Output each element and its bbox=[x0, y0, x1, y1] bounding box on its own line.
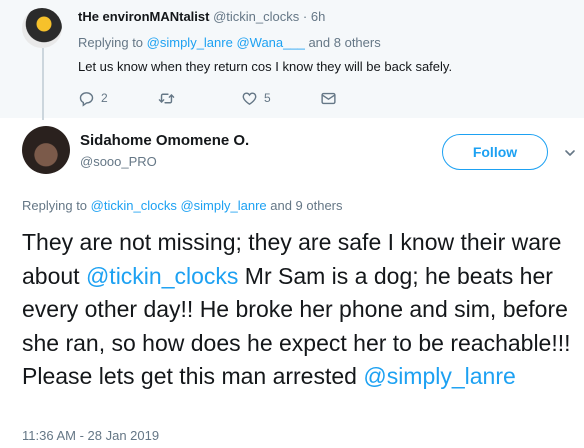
tweet-time[interactable]: 6h bbox=[311, 9, 325, 24]
author-handle[interactable]: @sooo_PRO bbox=[80, 154, 157, 169]
replying-suffix[interactable]: and 9 others bbox=[267, 198, 342, 213]
direct-message-button[interactable] bbox=[320, 88, 337, 108]
mention-link[interactable]: @simply_lanre bbox=[147, 35, 233, 50]
author-name[interactable]: Sidahome Omomene O. bbox=[80, 132, 249, 149]
avatar[interactable] bbox=[22, 126, 70, 174]
reply-count: 2 bbox=[101, 91, 108, 105]
parent-tweet-header: tHe environMANtalist @tickin_clocks · 6h bbox=[78, 9, 325, 24]
thread-connector bbox=[42, 48, 44, 120]
like-count: 5 bbox=[264, 91, 271, 105]
chevron-down-icon[interactable] bbox=[563, 146, 577, 160]
reply-icon bbox=[79, 91, 94, 107]
like-button[interactable]: 5 bbox=[241, 88, 271, 108]
envelope-icon bbox=[321, 92, 336, 104]
replying-suffix[interactable]: and 8 others bbox=[305, 35, 380, 50]
mention-link[interactable]: @Wana___ bbox=[236, 35, 304, 50]
avatar[interactable] bbox=[22, 8, 62, 48]
replying-prefix: Replying to bbox=[22, 198, 91, 213]
tweet-text: They are not missing; they are safe I kn… bbox=[22, 226, 578, 394]
mention-link[interactable]: @tickin_clocks bbox=[91, 198, 177, 213]
author-name[interactable]: tHe environMANtalist bbox=[78, 9, 209, 24]
heart-icon bbox=[242, 91, 257, 105]
tweet-text: Let us know when they return cos I know … bbox=[78, 59, 453, 74]
tweet-timestamp[interactable]: 11:36 AM - 28 Jan 2019 bbox=[22, 428, 159, 443]
mention-link[interactable]: @simply_lanre bbox=[180, 198, 266, 213]
replying-to: Replying to @simply_lanre @Wana___ and 8… bbox=[78, 35, 381, 50]
replying-to: Replying to @tickin_clocks @simply_lanre… bbox=[22, 198, 343, 213]
parent-tweet[interactable]: tHe environMANtalist @tickin_clocks · 6h… bbox=[0, 0, 584, 118]
tweet-actions: 2 5 bbox=[78, 88, 378, 108]
retweet-icon bbox=[158, 93, 175, 103]
separator-dot: · bbox=[302, 9, 311, 24]
mention-link[interactable]: @simply_lanre bbox=[363, 363, 515, 389]
follow-button[interactable]: Follow bbox=[442, 134, 548, 170]
reply-button[interactable]: 2 bbox=[78, 88, 108, 108]
mention-link[interactable]: @tickin_clocks bbox=[86, 263, 238, 289]
retweet-button[interactable] bbox=[158, 88, 181, 108]
replying-prefix: Replying to bbox=[78, 35, 147, 50]
author-handle[interactable]: @tickin_clocks bbox=[213, 9, 299, 24]
